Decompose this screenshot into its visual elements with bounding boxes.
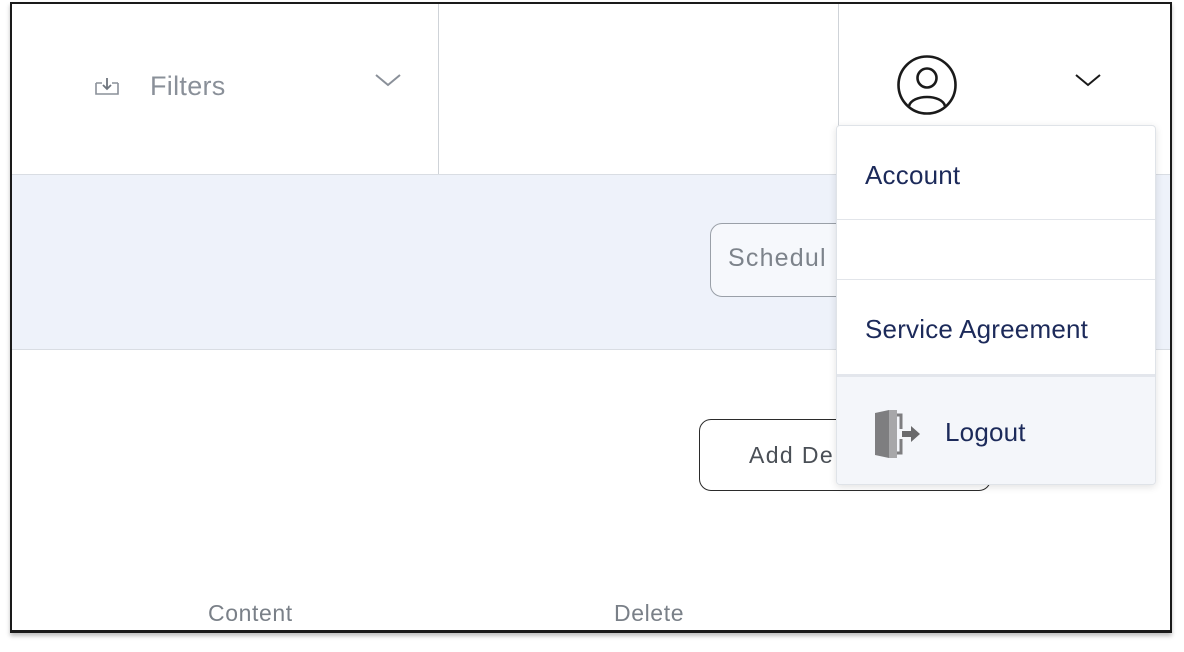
menu-item-label: Logout — [945, 417, 1026, 447]
app-window: ⁝ Filters Schedul Add De Content Delete — [10, 2, 1172, 633]
menu-item-label: Service Agreement — [865, 314, 1089, 344]
menu-item-account[interactable]: Account — [837, 126, 1155, 220]
chevron-down-icon[interactable] — [374, 72, 402, 88]
menu-item-service-agreement[interactable]: Service Agreement — [837, 280, 1155, 374]
column-header-delete: Delete — [614, 600, 685, 626]
cutoff-icon: ⁝ — [12, 74, 14, 94]
header-divider — [438, 4, 439, 174]
menu-item-label: Account — [865, 160, 961, 190]
column-header-content: Content — [208, 600, 293, 626]
download-tray-icon — [95, 78, 119, 95]
user-circle-icon[interactable] — [896, 54, 958, 116]
filters-dropdown[interactable]: Filters — [92, 62, 402, 110]
filters-label: Filters — [150, 70, 226, 101]
user-menu: Account Service Agreement Logout — [836, 125, 1156, 485]
door-exit-icon — [875, 410, 920, 458]
menu-item-blank[interactable] — [837, 220, 1155, 280]
chevron-down-icon[interactable] — [1074, 72, 1102, 88]
menu-item-logout[interactable]: Logout — [837, 374, 1155, 484]
